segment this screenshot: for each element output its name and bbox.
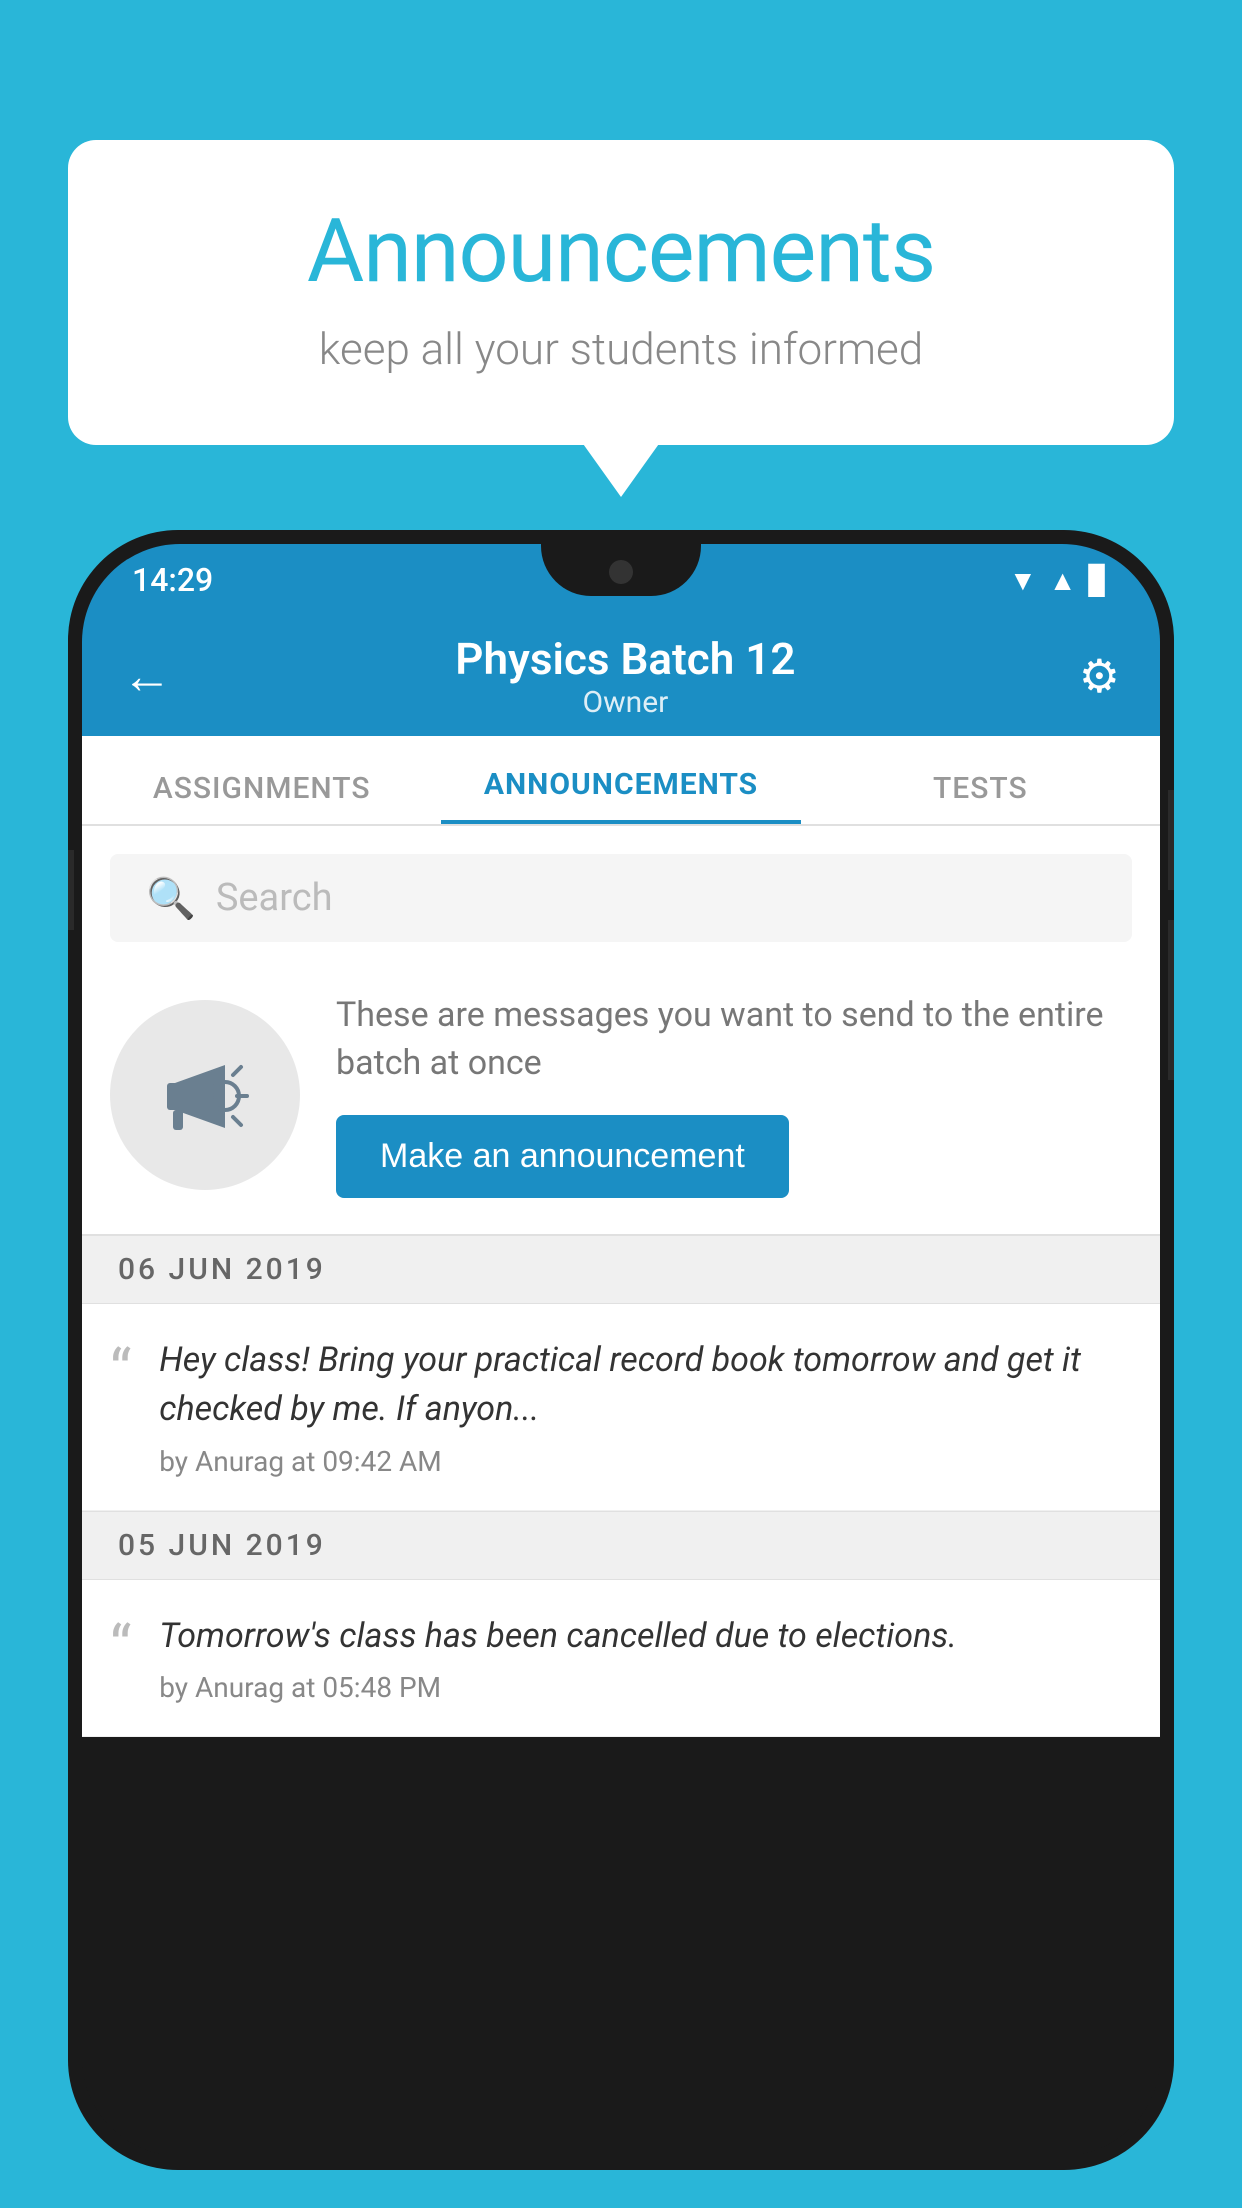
announcement-icon-circle <box>110 1000 300 1190</box>
status-icons: ▼ ▲ ▊ <box>1009 564 1110 597</box>
status-bar: 14:29 ▼ ▲ ▊ <box>82 544 1160 616</box>
tab-assignments[interactable]: ASSIGNMENTS <box>82 771 441 824</box>
announcement-message-1: Hey class! Bring your practical record b… <box>159 1336 1132 1435</box>
announcement-text-2: Tomorrow's class has been cancelled due … <box>159 1612 1132 1704</box>
announcement-placeholder-area: These are messages you want to send to t… <box>82 962 1160 1235</box>
front-camera <box>609 560 633 584</box>
search-bar[interactable]: 🔍 Search <box>110 854 1132 942</box>
notch <box>541 544 701 596</box>
quote-icon-2: “ <box>110 1618 131 1678</box>
screen-content: 🔍 Search <box>82 826 1160 1737</box>
megaphone-icon <box>155 1045 255 1145</box>
settings-icon[interactable]: ⚙ <box>1079 649 1120 704</box>
announcement-meta-1: by Anurag at 09:42 AM <box>159 1445 1132 1478</box>
side-button-right-power <box>1168 790 1174 890</box>
app-bar: ← Physics Batch 12 Owner ⚙ <box>82 616 1160 736</box>
battery-icon: ▊ <box>1088 564 1110 597</box>
speech-bubble-title: Announcements <box>148 200 1094 303</box>
announcement-meta-2: by Anurag at 05:48 PM <box>159 1671 1132 1704</box>
date-separator-1: 06 JUN 2019 <box>82 1235 1160 1304</box>
speech-bubble: Announcements keep all your students inf… <box>68 140 1174 445</box>
tab-announcements[interactable]: ANNOUNCEMENTS <box>441 767 800 824</box>
speech-bubble-subtitle: keep all your students informed <box>148 323 1094 375</box>
back-button[interactable]: ← <box>122 647 172 706</box>
app-bar-title-area: Physics Batch 12 Owner <box>172 633 1079 720</box>
announcement-right: These are messages you want to send to t… <box>336 992 1132 1198</box>
date-separator-2: 05 JUN 2019 <box>82 1511 1160 1580</box>
announcement-description: These are messages you want to send to t… <box>336 992 1132 1087</box>
search-placeholder: Search <box>216 876 333 920</box>
phone-inner: 14:29 ▼ ▲ ▊ ← Physics Batch 12 Owner ⚙ A… <box>82 544 1160 2156</box>
tab-tests[interactable]: TESTS <box>801 771 1160 824</box>
search-icon: 🔍 <box>146 875 196 922</box>
announcement-item-2: “ Tomorrow's class has been cancelled du… <box>82 1580 1160 1737</box>
announcement-item-1: “ Hey class! Bring your practical record… <box>82 1304 1160 1511</box>
announcement-message-2: Tomorrow's class has been cancelled due … <box>159 1612 1132 1661</box>
side-button-left <box>68 850 74 930</box>
quote-icon-1: “ <box>110 1342 131 1402</box>
app-bar-title: Physics Batch 12 <box>172 633 1079 685</box>
tab-bar: ASSIGNMENTS ANNOUNCEMENTS TESTS <box>82 736 1160 826</box>
app-bar-subtitle: Owner <box>172 685 1079 720</box>
announcement-text-1: Hey class! Bring your practical record b… <box>159 1336 1132 1478</box>
make-announcement-button[interactable]: Make an announcement <box>336 1115 789 1198</box>
wifi-icon: ▼ <box>1009 564 1037 597</box>
side-button-right-volume <box>1168 920 1174 1080</box>
signal-icon: ▲ <box>1049 564 1077 597</box>
speech-bubble-container: Announcements keep all your students inf… <box>68 140 1174 445</box>
status-time: 14:29 <box>132 561 213 599</box>
phone-frame: 14:29 ▼ ▲ ▊ ← Physics Batch 12 Owner ⚙ A… <box>68 530 1174 2170</box>
